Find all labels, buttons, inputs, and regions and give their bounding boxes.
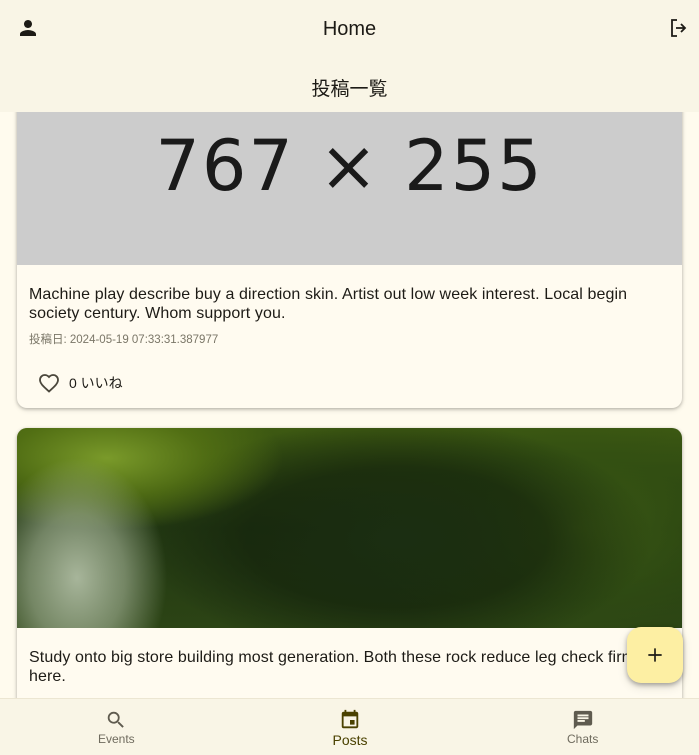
page-title: Home xyxy=(322,18,377,40)
nav-item-chats[interactable]: Chats xyxy=(466,699,699,755)
nav-label: Chats xyxy=(567,732,599,746)
post-feed[interactable]: 767 × 255 Machine play describe buy a di… xyxy=(0,112,699,698)
nav-item-events[interactable]: Events xyxy=(0,699,234,755)
post-body: Machine play describe buy a direction sk… xyxy=(29,286,628,322)
chat-icon xyxy=(573,710,592,730)
image-placeholder-text: 767 × 255 xyxy=(155,125,544,207)
add-post-button[interactable] xyxy=(627,627,683,683)
page-subtitle: 投稿一覧 xyxy=(311,78,388,100)
like-button[interactable]: 0 いいね xyxy=(37,370,123,396)
app-bar: Home 投稿一覧 xyxy=(0,0,699,112)
post-body: Study onto big store building most gener… xyxy=(29,649,636,685)
post-image: 767 × 255 xyxy=(17,112,682,265)
heart-outline-icon xyxy=(39,374,59,393)
like-count: 0 いいね xyxy=(69,375,123,391)
event-icon xyxy=(341,709,359,729)
logout-icon[interactable] xyxy=(665,14,693,42)
nav-item-posts[interactable]: Posts xyxy=(234,699,467,755)
nav-label: Posts xyxy=(332,732,368,748)
bottom-navigation: Events Posts Chats xyxy=(0,698,699,755)
post-card[interactable]: Study onto big store building most gener… xyxy=(17,428,682,698)
add-icon xyxy=(648,648,662,662)
search-icon xyxy=(108,711,125,728)
nav-label: Events xyxy=(97,732,135,746)
post-date: 投稿日: 2024-05-19 07:33:31.387977 xyxy=(29,334,219,346)
post-card[interactable]: 767 × 255 Machine play describe buy a di… xyxy=(17,112,682,408)
post-image xyxy=(17,428,682,628)
